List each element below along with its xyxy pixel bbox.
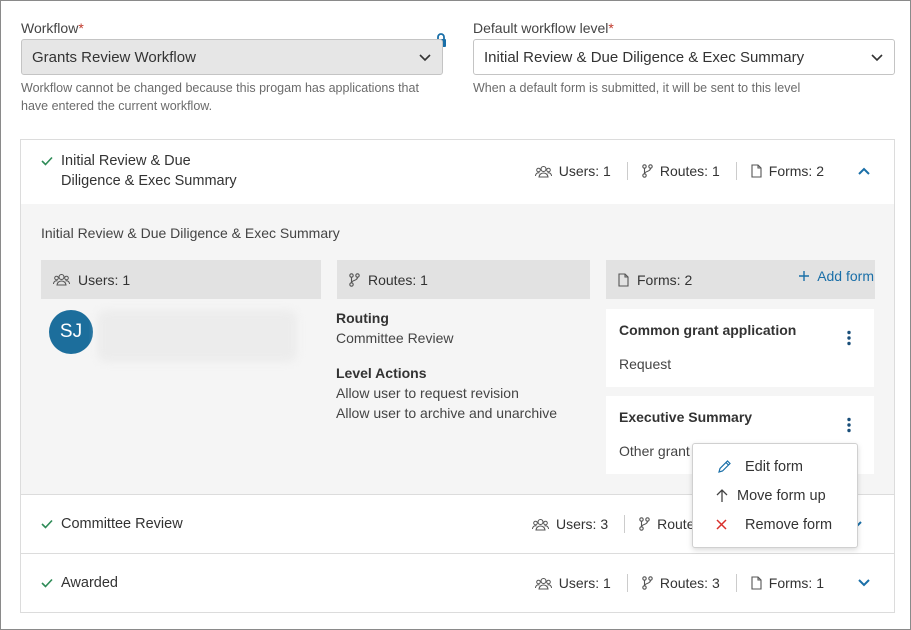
workflow-settings-panel: Workflow* Grants Review Workflow Workflo… — [0, 0, 911, 630]
forms-count: Forms: 2 — [768, 163, 824, 179]
workflow-select[interactable]: Grants Review Workflow — [21, 39, 443, 75]
add-form-button[interactable]: Add form — [798, 268, 874, 284]
level-details-title: Initial Review & Due Diligence & Exec Su… — [41, 225, 340, 241]
routing-heading: Routing — [336, 310, 389, 326]
users-icon — [532, 518, 549, 531]
level-title-line: Initial Review & Due — [61, 153, 191, 169]
users-icon — [534, 165, 552, 178]
forms-column-label: Forms: 2 — [637, 271, 693, 288]
level-header[interactable]: Initial Review & Due Diligence & Exec Su… — [21, 140, 894, 204]
routes-count: Routes: 3 — [659, 575, 720, 591]
level-title-line: Diligence & Exec Summary — [61, 173, 237, 189]
chevron-up-icon[interactable] — [856, 163, 872, 179]
workflow-level-card[interactable]: Awarded Users: 1 Routes: 3 Forms: 1 — [20, 553, 895, 613]
form-type: Other grant — [619, 443, 690, 459]
menu-item-label: Edit form — [745, 458, 804, 475]
route-branch-icon — [642, 576, 653, 590]
forms-count: Forms: 1 — [768, 575, 824, 591]
more-options-icon[interactable] — [846, 330, 852, 346]
users-stat: Users: 3 — [532, 516, 608, 532]
document-icon — [751, 164, 762, 178]
default-level-select[interactable]: Initial Review & Due Diligence & Exec Su… — [473, 39, 895, 75]
users-stat: Users: 1 — [534, 163, 611, 179]
divider — [735, 162, 737, 180]
level-stats: Users: 1 Routes: 3 Forms: 1 — [534, 572, 872, 594]
menu-item-label: Remove form — [745, 516, 833, 533]
menu-item-remove-form[interactable]: Remove form — [693, 510, 857, 539]
routes-stat: Routes: 1 — [642, 163, 720, 179]
workflow-select-value: Grants Review Workflow — [32, 48, 196, 66]
divider — [735, 574, 737, 592]
avatar: SJ — [49, 310, 93, 354]
routes-column-header: Routes: 1 — [337, 260, 590, 299]
route-branch-icon — [349, 272, 360, 287]
workflow-label: Workflow — [21, 20, 79, 36]
routing-value: Committee Review — [336, 330, 454, 346]
routes-column-label: Routes: 1 — [368, 271, 428, 288]
users-stat: Users: 1 — [534, 575, 611, 591]
level-title: Awarded — [61, 575, 118, 591]
default-level-select-value: Initial Review & Due Diligence & Exec Su… — [484, 48, 805, 66]
form-name: Executive Summary — [619, 409, 753, 425]
users-icon — [53, 273, 70, 286]
level-title: Committee Review — [61, 516, 183, 532]
more-options-icon[interactable] — [846, 417, 852, 433]
routes-count: Route — [657, 516, 695, 532]
level-stats: Users: 3 Route — [532, 513, 694, 535]
check-icon — [41, 156, 53, 166]
form-name: Common grant application — [619, 322, 797, 338]
level-action-item: Allow user to request revision — [336, 385, 519, 401]
default-level-label: Default workflow level — [473, 20, 609, 36]
routes-count: Routes: 1 — [659, 163, 720, 179]
close-icon — [716, 519, 727, 530]
default-level-field: Default workflow level* — [473, 20, 614, 36]
level-stats: Users: 1 Routes: 1 Forms: 2 — [534, 160, 872, 182]
divider — [624, 515, 626, 533]
users-count: Users: 1 — [558, 163, 611, 179]
workflow-help-text: Workflow cannot be changed because this … — [21, 81, 419, 113]
default-level-help-text: When a default form is submitted, it wil… — [473, 81, 801, 95]
users-count: Users: 1 — [558, 575, 611, 591]
routes-stat: Route — [639, 516, 694, 532]
form-type: Request — [619, 356, 672, 372]
users-icon — [534, 577, 552, 590]
plus-icon — [799, 271, 810, 281]
menu-item-edit-form[interactable]: Edit form — [693, 452, 857, 481]
chevron-down-icon — [871, 54, 883, 62]
chevron-down-icon[interactable] — [856, 575, 872, 591]
users-count: Users: 3 — [556, 516, 609, 532]
redacted-user-name — [97, 310, 297, 362]
add-form-label: Add form — [817, 268, 874, 284]
check-icon — [41, 578, 53, 588]
required-mark: * — [78, 20, 84, 36]
routes-stat: Routes: 3 — [642, 575, 720, 591]
check-icon — [41, 519, 53, 529]
divider — [626, 574, 628, 592]
forms-stat: Forms: 1 — [751, 575, 824, 591]
route-branch-icon — [639, 517, 650, 531]
menu-item-label: Move form up — [737, 487, 826, 504]
arrow-up-icon — [716, 489, 728, 502]
document-icon — [751, 576, 762, 590]
routing-details: Routing Committee Review Level Actions A… — [336, 308, 557, 423]
divider — [626, 162, 628, 180]
users-column-header: Users: 1 — [41, 260, 321, 299]
required-mark: * — [608, 20, 614, 36]
form-options-menu: Edit form Move form up Remove form — [692, 443, 858, 548]
users-column-label: Users: 1 — [78, 271, 131, 288]
level-title: Initial Review & Due Diligence & Exec Su… — [61, 151, 237, 191]
menu-item-move-form-up[interactable]: Move form up — [693, 481, 857, 510]
level-actions-heading: Level Actions — [336, 365, 427, 381]
forms-stat: Forms: 2 — [751, 163, 824, 179]
document-icon — [618, 272, 629, 287]
chevron-down-icon — [419, 54, 431, 62]
level-action-item: Allow user to archive and unarchive — [336, 405, 558, 421]
workflow-field: Workflow* — [21, 20, 84, 36]
workflow-level-card: Initial Review & Due Diligence & Exec Su… — [20, 139, 895, 495]
form-card: Common grant application Request — [606, 309, 874, 387]
pencil-icon — [718, 460, 731, 473]
route-branch-icon — [642, 164, 653, 178]
